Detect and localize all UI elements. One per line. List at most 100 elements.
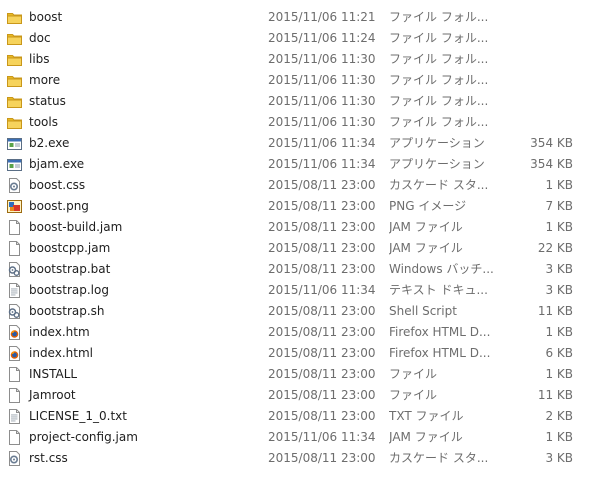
script-icon bbox=[6, 261, 23, 278]
html-icon bbox=[6, 324, 23, 341]
file-date: 2015/11/06 11:30 bbox=[268, 115, 376, 129]
file-type: Firefox HTML D... bbox=[389, 346, 491, 360]
file-date: 2015/08/11 23:00 bbox=[268, 325, 376, 339]
file-name: INSTALL bbox=[29, 367, 78, 381]
file-name: more bbox=[29, 73, 61, 87]
file-date: 2015/08/11 23:00 bbox=[268, 220, 376, 234]
file-type: ファイル フォル... bbox=[389, 73, 489, 87]
file-row[interactable]: more 2015/11/06 11:30 ファイル フォル... bbox=[0, 70, 599, 91]
text-icon bbox=[6, 408, 23, 425]
file-size: 354 KB bbox=[530, 136, 573, 150]
folder-icon bbox=[6, 93, 23, 110]
file-icon bbox=[6, 366, 23, 383]
file-size: 11 KB bbox=[537, 388, 573, 402]
file-size: 1 KB bbox=[545, 325, 573, 339]
file-size: 1 KB bbox=[545, 178, 573, 192]
file-size: 3 KB bbox=[545, 451, 573, 465]
file-size: 1 KB bbox=[545, 220, 573, 234]
file-name: bootstrap.sh bbox=[29, 304, 105, 318]
file-name: boost.png bbox=[29, 199, 89, 213]
file-type: JAM ファイル bbox=[389, 220, 463, 234]
file-row[interactable]: index.html 2015/08/11 23:00 Firefox HTML D… bbox=[0, 343, 599, 364]
png-icon bbox=[6, 198, 23, 215]
folder-icon bbox=[6, 72, 23, 89]
html-icon bbox=[6, 345, 23, 362]
file-date: 2015/11/06 11:30 bbox=[268, 73, 376, 87]
file-type: Windows バッチ... bbox=[389, 262, 493, 276]
file-row[interactable]: boost-build.jam 2015/08/11 23:00 JAM ファイル 1… bbox=[0, 217, 599, 238]
file-row[interactable]: boost.css 2015/08/11 23:00 カスケード スタ... 1 KB bbox=[0, 175, 599, 196]
file-row[interactable]: boost 2015/11/06 11:21 ファイル フォル... bbox=[0, 7, 599, 28]
file-row[interactable]: index.htm 2015/08/11 23:00 Firefox HTML D.… bbox=[0, 322, 599, 343]
file-name: index.htm bbox=[29, 325, 90, 339]
file-date: 2015/08/11 23:00 bbox=[268, 178, 376, 192]
file-name: boost-build.jam bbox=[29, 220, 123, 234]
file-type: JAM ファイル bbox=[389, 241, 463, 255]
file-row[interactable]: bootstrap.bat 2015/08/11 23:00 Windows バッチ… bbox=[0, 259, 599, 280]
file-name: b2.exe bbox=[29, 136, 70, 150]
file-size: 6 KB bbox=[545, 346, 573, 360]
folder-icon bbox=[6, 9, 23, 26]
css-icon bbox=[6, 177, 23, 194]
file-date: 2015/08/11 23:00 bbox=[268, 304, 376, 318]
file-size: 3 KB bbox=[545, 262, 573, 276]
file-name: rst.css bbox=[29, 451, 68, 465]
file-icon bbox=[6, 429, 23, 446]
file-date: 2015/08/11 23:00 bbox=[268, 367, 376, 381]
file-list: boost 2015/11/06 11:21 ファイル フォル... doc 2015/… bbox=[0, 7, 599, 469]
file-size: 22 KB bbox=[537, 241, 573, 255]
folder-icon bbox=[6, 114, 23, 131]
file-row[interactable]: bootstrap.sh 2015/08/11 23:00 Shell Script… bbox=[0, 301, 599, 322]
file-row[interactable]: libs 2015/11/06 11:30 ファイル フォル... bbox=[0, 49, 599, 70]
file-date: 2015/08/11 23:00 bbox=[268, 346, 376, 360]
file-type: ファイル フォル... bbox=[389, 52, 489, 66]
file-date: 2015/08/11 23:00 bbox=[268, 262, 376, 276]
file-type: カスケード スタ... bbox=[389, 178, 489, 192]
file-type: Firefox HTML D... bbox=[389, 325, 491, 339]
file-size: 2 KB bbox=[545, 409, 573, 423]
file-row[interactable]: rst.css 2015/08/11 23:00 カスケード スタ... 3 KB bbox=[0, 448, 599, 469]
file-row[interactable]: tools 2015/11/06 11:30 ファイル フォル... bbox=[0, 112, 599, 133]
file-icon bbox=[6, 387, 23, 404]
file-row[interactable]: project-config.jam 2015/11/06 11:34 JAM ファ… bbox=[0, 427, 599, 448]
file-type: カスケード スタ... bbox=[389, 451, 489, 465]
file-row[interactable]: LICENSE_1_0.txt 2015/08/11 23:00 TXT ファイル 2… bbox=[0, 406, 599, 427]
exe-icon bbox=[6, 156, 23, 173]
file-icon bbox=[6, 240, 23, 257]
file-size: 1 KB bbox=[545, 367, 573, 381]
file-date: 2015/08/11 23:00 bbox=[268, 199, 376, 213]
file-name: bjam.exe bbox=[29, 157, 85, 171]
file-name: project-config.jam bbox=[29, 430, 138, 444]
file-row[interactable]: boostcpp.jam 2015/08/11 23:00 JAM ファイル 22 K… bbox=[0, 238, 599, 259]
file-type: テキスト ドキュ... bbox=[389, 283, 488, 297]
file-row[interactable]: Jamroot 2015/08/11 23:00 ファイル 11 KB bbox=[0, 385, 599, 406]
folder-icon bbox=[6, 30, 23, 47]
text-icon bbox=[6, 282, 23, 299]
file-name: bootstrap.bat bbox=[29, 262, 111, 276]
file-date: 2015/11/06 11:34 bbox=[268, 136, 376, 150]
file-size: 7 KB bbox=[545, 199, 573, 213]
file-row[interactable]: status 2015/11/06 11:30 ファイル フォル... bbox=[0, 91, 599, 112]
file-size: 11 KB bbox=[537, 304, 573, 318]
file-date: 2015/11/06 11:34 bbox=[268, 283, 376, 297]
file-date: 2015/08/11 23:00 bbox=[268, 409, 376, 423]
file-name: boost.css bbox=[29, 178, 86, 192]
file-row[interactable]: bootstrap.log 2015/11/06 11:34 テキスト ドキュ...… bbox=[0, 280, 599, 301]
file-type: JAM ファイル bbox=[389, 430, 463, 444]
file-date: 2015/11/06 11:34 bbox=[268, 430, 376, 444]
file-name: LICENSE_1_0.txt bbox=[29, 409, 127, 423]
file-date: 2015/08/11 23:00 bbox=[268, 241, 376, 255]
file-row[interactable]: boost.png 2015/08/11 23:00 PNG イメージ 7 KB bbox=[0, 196, 599, 217]
exe-icon bbox=[6, 135, 23, 152]
file-name: boost bbox=[29, 10, 63, 24]
file-row[interactable]: doc 2015/11/06 11:24 ファイル フォル... bbox=[0, 28, 599, 49]
file-row[interactable]: INSTALL 2015/08/11 23:00 ファイル 1 KB bbox=[0, 364, 599, 385]
file-name: doc bbox=[29, 31, 51, 45]
file-name: boostcpp.jam bbox=[29, 241, 111, 255]
file-row[interactable]: bjam.exe 2015/11/06 11:34 アプリケーション 354 KB bbox=[0, 154, 599, 175]
file-name: bootstrap.log bbox=[29, 283, 109, 297]
file-date: 2015/08/11 23:00 bbox=[268, 451, 376, 465]
file-type: ファイル bbox=[389, 388, 438, 402]
file-name: libs bbox=[29, 52, 50, 66]
file-row[interactable]: b2.exe 2015/11/06 11:34 アプリケーション 354 KB bbox=[0, 133, 599, 154]
